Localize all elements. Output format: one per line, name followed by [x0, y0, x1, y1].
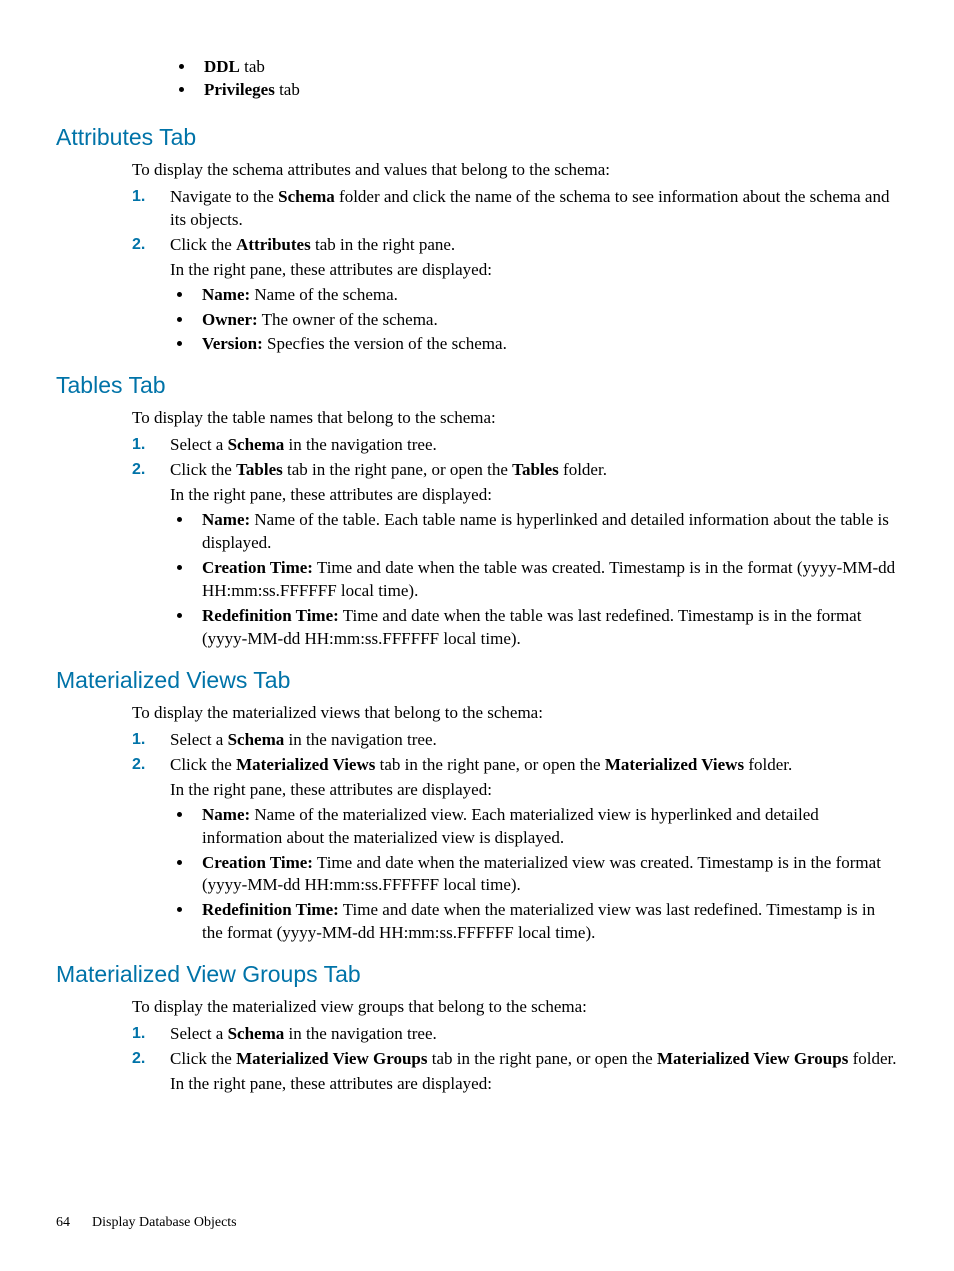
heading-materialized-views-tab: Materialized Views Tab — [56, 665, 898, 696]
list-item: Owner: The owner of the schema. — [194, 309, 898, 332]
text: The owner of the schema. — [258, 310, 438, 329]
list-item: Click the Materialized Views tab in the … — [132, 754, 898, 946]
list-item: Select a Schema in the navigation tree. — [132, 1023, 898, 1046]
text: Creation Time: — [202, 558, 313, 577]
text: Privileges — [204, 80, 275, 99]
text: in the navigation tree. — [284, 730, 436, 749]
list-item: Click the Materialized View Groups tab i… — [132, 1048, 898, 1096]
list-item: Name: Name of the materialized view. Eac… — [194, 804, 898, 850]
list-item: Redefinition Time: Time and date when th… — [194, 605, 898, 651]
text: Materialized View Groups — [236, 1049, 427, 1068]
text: Name: — [202, 510, 250, 529]
text: Tables — [512, 460, 559, 479]
text: Name: — [202, 285, 250, 304]
list-item: Name: Name of the schema. — [194, 284, 898, 307]
intro-text: To display the table names that belong t… — [132, 407, 898, 430]
text: Click the — [170, 1049, 236, 1068]
text: Name: — [202, 805, 250, 824]
text: DDL — [204, 57, 240, 76]
numbered-list: Select a Schema in the navigation tree. … — [132, 729, 898, 945]
text: In the right pane, these attributes are … — [170, 779, 898, 802]
heading-materialized-view-groups-tab: Materialized View Groups Tab — [56, 959, 898, 990]
list-item: Redefinition Time: Time and date when th… — [194, 899, 898, 945]
list-item: Navigate to the Schema folder and click … — [132, 186, 898, 232]
intro-text: To display the materialized views that b… — [132, 702, 898, 725]
text: Creation Time: — [202, 853, 313, 872]
inner-bullet-list: Name: Name of the materialized view. Eac… — [194, 804, 898, 946]
text: Owner: — [202, 310, 258, 329]
text: Name of the table. Each table name is hy… — [202, 510, 889, 552]
list-item: Creation Time: Time and date when the ta… — [194, 557, 898, 603]
text: In the right pane, these attributes are … — [170, 1073, 898, 1096]
list-item: Click the Tables tab in the right pane, … — [132, 459, 898, 651]
top-bullet-list: DDL tab Privileges tab — [176, 56, 898, 102]
text: Click the — [170, 755, 236, 774]
text: Schema — [228, 730, 285, 749]
inner-bullet-list: Name: Name of the schema. Owner: The own… — [194, 284, 898, 357]
list-item: Version: Specfies the version of the sch… — [194, 333, 898, 356]
text: Redefinition Time: — [202, 900, 339, 919]
text: Materialized Views — [605, 755, 744, 774]
numbered-list: Select a Schema in the navigation tree. … — [132, 1023, 898, 1096]
text: Navigate to the — [170, 187, 278, 206]
text: Tables — [236, 460, 283, 479]
text: Click the — [170, 235, 236, 254]
inner-bullet-list: Name: Name of the table. Each table name… — [194, 509, 898, 651]
list-item: Click the Attributes tab in the right pa… — [132, 234, 898, 357]
text: In the right pane, these attributes are … — [170, 484, 898, 507]
numbered-list: Select a Schema in the navigation tree. … — [132, 434, 898, 650]
text: Select a — [170, 730, 228, 749]
text: Version: — [202, 334, 263, 353]
text: tab in the right pane. — [311, 235, 455, 254]
text: Specfies the version of the schema. — [263, 334, 507, 353]
heading-attributes-tab: Attributes Tab — [56, 122, 898, 153]
text: Schema — [228, 435, 285, 454]
numbered-list: Navigate to the Schema folder and click … — [132, 186, 898, 357]
text: Schema — [278, 187, 335, 206]
footer-title: Display Database Objects — [92, 1215, 237, 1230]
list-item: Select a Schema in the navigation tree. — [132, 434, 898, 457]
text: Materialized View Groups — [657, 1049, 848, 1068]
text: in the navigation tree. — [284, 435, 436, 454]
intro-text: To display the schema attributes and val… — [132, 159, 898, 182]
intro-text: To display the materialized view groups … — [132, 996, 898, 1019]
text: Schema — [228, 1024, 285, 1043]
text: tab — [275, 80, 300, 99]
text: folder. — [848, 1049, 896, 1068]
text: tab in the right pane, or open the — [375, 755, 604, 774]
text: Attributes — [236, 235, 311, 254]
text: tab in the right pane, or open the — [428, 1049, 657, 1068]
text: Name of the schema. — [250, 285, 398, 304]
text: Redefinition Time: — [202, 606, 339, 625]
text: Click the — [170, 460, 236, 479]
page-number: 64 — [56, 1215, 70, 1230]
heading-tables-tab: Tables Tab — [56, 370, 898, 401]
list-item: Creation Time: Time and date when the ma… — [194, 852, 898, 898]
text: Select a — [170, 435, 228, 454]
text: Name of the materialized view. Each mate… — [202, 805, 819, 847]
text: folder. — [744, 755, 792, 774]
list-item: Name: Name of the table. Each table name… — [194, 509, 898, 555]
text: Select a — [170, 1024, 228, 1043]
text: in the navigation tree. — [284, 1024, 436, 1043]
footer: 64 Display Database Objects — [56, 1214, 237, 1233]
text: folder. — [559, 460, 607, 479]
text: tab — [240, 57, 265, 76]
text: In the right pane, these attributes are … — [170, 259, 898, 282]
text: tab in the right pane, or open the — [283, 460, 512, 479]
list-item: Privileges tab — [196, 79, 898, 102]
text: Materialized Views — [236, 755, 375, 774]
list-item: DDL tab — [196, 56, 898, 79]
list-item: Select a Schema in the navigation tree. — [132, 729, 898, 752]
